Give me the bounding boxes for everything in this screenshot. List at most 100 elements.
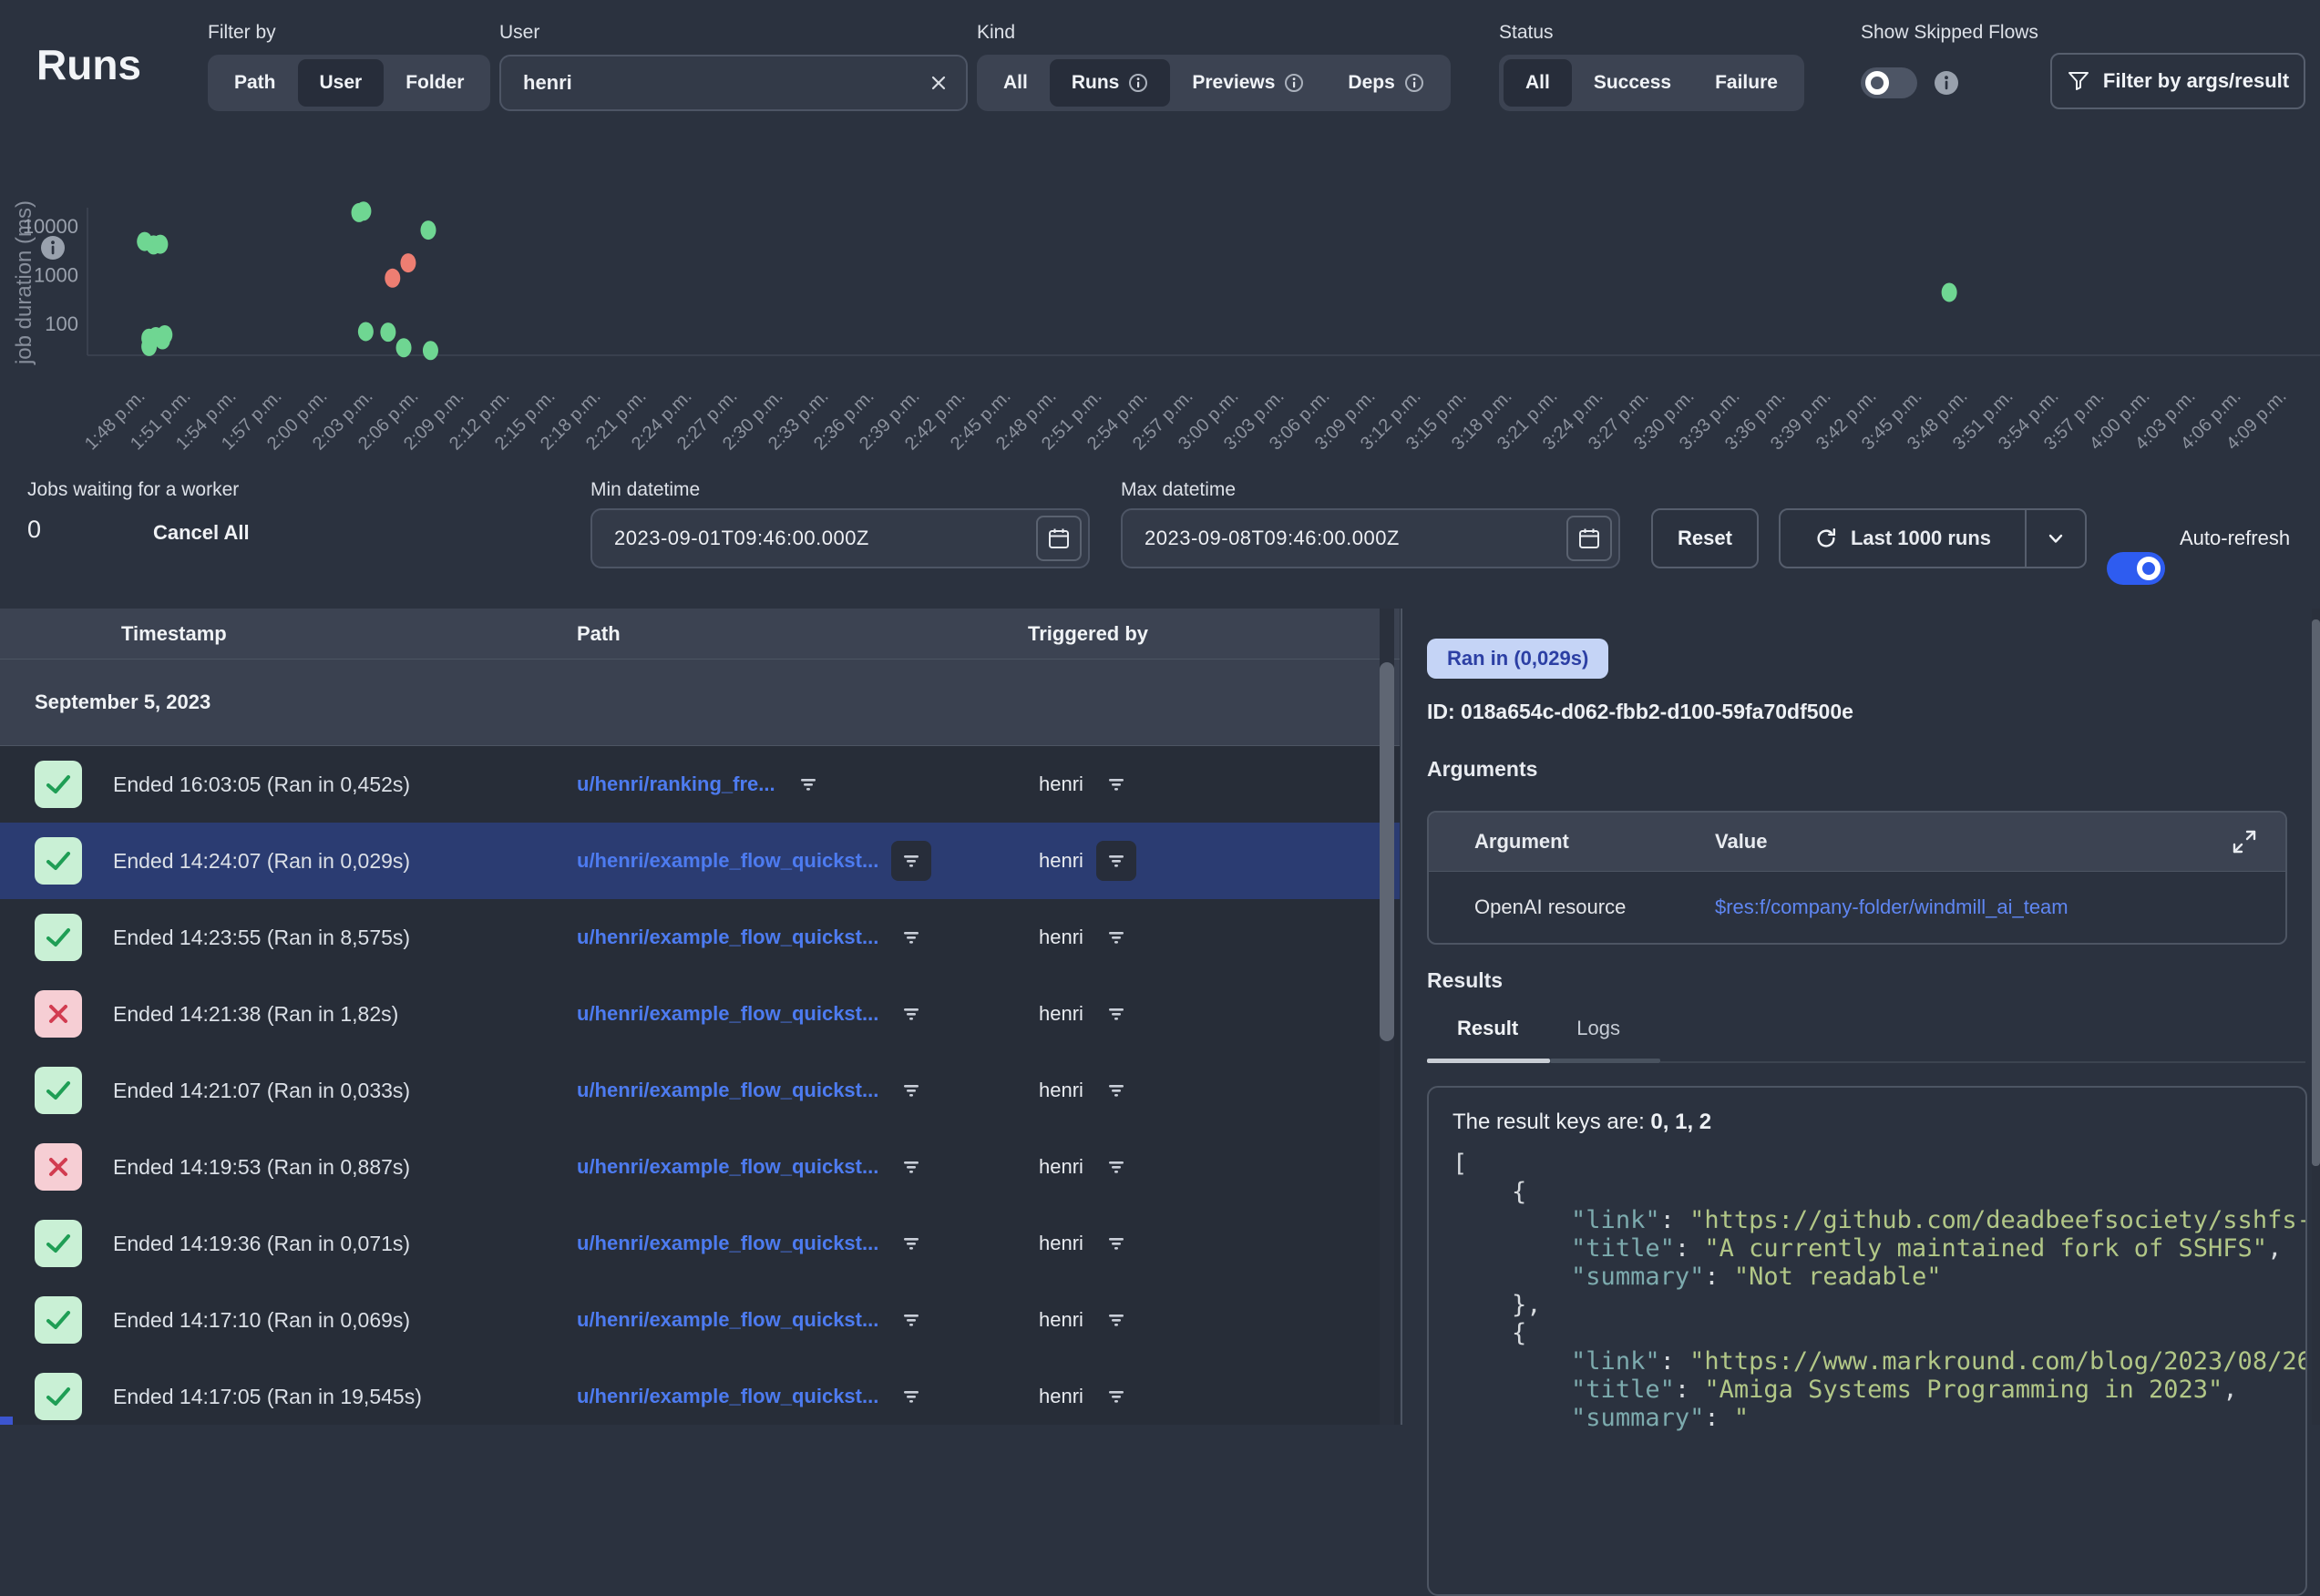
results-heading: Results xyxy=(1427,968,1503,993)
filter-by-path-icon[interactable] xyxy=(891,841,931,881)
chart-point-success[interactable] xyxy=(155,331,170,350)
column-path: Path xyxy=(577,609,621,659)
chart-point-success[interactable] xyxy=(152,235,168,254)
filter-by-path-icon[interactable] xyxy=(788,764,828,804)
table-row[interactable]: Ended 14:19:53 (Ran in 0,887s)u/henri/ex… xyxy=(0,1129,1400,1205)
chart-point-failure[interactable] xyxy=(400,253,416,272)
table-row[interactable]: Ended 14:21:07 (Ran in 0,033s)u/henri/ex… xyxy=(0,1052,1400,1129)
filter-by-path-icon[interactable] xyxy=(891,917,931,957)
filter-by-path-icon[interactable] xyxy=(891,1223,931,1264)
skipped-info-icon[interactable] xyxy=(1934,70,1959,100)
run-path-link[interactable]: u/henri/example_flow_quickst... xyxy=(577,926,878,949)
run-path-link[interactable]: u/henri/example_flow_quickst... xyxy=(577,1385,878,1408)
cancel-all-button[interactable]: Cancel All xyxy=(153,521,250,545)
json-line: "title": "Amiga Systems Programming in 2… xyxy=(1453,1376,2305,1404)
filter-by-args-button[interactable]: Filter by args/result xyxy=(2050,53,2305,109)
filter-by-option-user[interactable]: User xyxy=(298,59,385,107)
triggered-by-cell: henri xyxy=(1039,1358,1136,1425)
run-path-link[interactable]: u/henri/example_flow_quickst... xyxy=(577,849,878,873)
kind-option-all[interactable]: All xyxy=(981,59,1050,107)
filter-by-path-icon[interactable] xyxy=(891,1147,931,1187)
chart-point-success[interactable] xyxy=(1942,282,1957,302)
load-runs-dropdown-button[interactable] xyxy=(2027,510,2085,567)
filter-by-option-path[interactable]: Path xyxy=(212,59,298,107)
status-segmented: All SuccessFailure xyxy=(1499,55,1804,111)
table-scrollbar-thumb[interactable] xyxy=(1380,662,1394,1041)
run-path-link[interactable]: u/henri/ranking_fre... xyxy=(577,772,775,796)
kind-option-previews[interactable]: Previews xyxy=(1170,59,1326,107)
status-option-label: All xyxy=(1525,72,1550,94)
show-skipped-toggle[interactable] xyxy=(1861,67,1917,98)
kind-option-deps[interactable]: Deps xyxy=(1326,59,1445,107)
status-option-all[interactable]: All xyxy=(1504,59,1572,107)
y-tick-label: 100 xyxy=(45,312,78,335)
table-row[interactable]: Ended 14:23:55 (Ran in 8,575s)u/henri/ex… xyxy=(0,899,1400,976)
chart-point-success[interactable] xyxy=(380,322,395,342)
table-row[interactable]: Ended 14:24:07 (Ran in 0,029s)u/henri/ex… xyxy=(0,823,1400,899)
load-runs-button[interactable]: Last 1000 runs xyxy=(1781,510,2025,567)
chart-point-success[interactable] xyxy=(421,220,436,240)
filter-by-user-icon[interactable] xyxy=(1096,764,1136,804)
table-row[interactable]: Ended 16:03:05 (Ran in 0,452s) u/henri/ra… xyxy=(0,746,1400,823)
kind-option-runs[interactable]: Runs xyxy=(1050,59,1171,107)
max-datetime-input[interactable] xyxy=(1123,527,1566,550)
expand-icon[interactable] xyxy=(2231,828,2258,860)
chart-point-failure[interactable] xyxy=(385,269,400,288)
status-option-success[interactable]: Success xyxy=(1572,59,1693,107)
result-keys-values: 0, 1, 2 xyxy=(1650,1110,1711,1134)
failure-x-icon xyxy=(35,1143,82,1191)
filter-by-user-icon[interactable] xyxy=(1096,1223,1136,1264)
chart-point-success[interactable] xyxy=(355,201,371,220)
filter-by-path-icon[interactable] xyxy=(891,1070,931,1110)
table-scrollbar[interactable] xyxy=(1380,609,1394,1425)
panel-scrollbar-thumb[interactable] xyxy=(2312,619,2320,1166)
filter-by-user-icon[interactable] xyxy=(1096,1147,1136,1187)
chart-point-success[interactable] xyxy=(141,337,157,356)
filter-by-user-icon[interactable] xyxy=(1096,1376,1136,1417)
status-option-failure[interactable]: Failure xyxy=(1693,59,1800,107)
run-timestamp: Ended 16:03:05 (Ran in 0,452s) xyxy=(113,746,410,823)
user-input[interactable] xyxy=(501,71,911,95)
tab-result[interactable]: Result xyxy=(1457,1017,1518,1040)
table-row[interactable]: Ended 14:17:05 (Ran in 19,545s)u/henri/e… xyxy=(0,1358,1400,1425)
max-datetime-calendar-button[interactable] xyxy=(1566,516,1612,561)
run-path-link[interactable]: u/henri/example_flow_quickst... xyxy=(577,1002,878,1026)
table-row[interactable]: Ended 14:21:38 (Ran in 1,82s)u/henri/exa… xyxy=(0,976,1400,1052)
min-datetime-input[interactable] xyxy=(592,527,1036,550)
filter-by-path-icon[interactable] xyxy=(891,1376,931,1417)
triggered-by-cell: henri xyxy=(1039,1129,1136,1205)
triggered-by-cell: henri xyxy=(1039,899,1136,976)
queue-label: Jobs waiting for a worker xyxy=(27,479,239,501)
run-path-link[interactable]: u/henri/example_flow_quickst... xyxy=(577,1308,878,1332)
min-datetime-calendar-button[interactable] xyxy=(1036,516,1082,561)
toggle-knob xyxy=(1865,71,1889,95)
filter-by-user-icon[interactable] xyxy=(1096,917,1136,957)
argument-value-link[interactable]: $res:f/company-folder/windmill_ai_team xyxy=(1715,872,2068,943)
filter-by-user-icon[interactable] xyxy=(1096,994,1136,1034)
run-path-link[interactable]: u/henri/example_flow_quickst... xyxy=(577,1079,878,1102)
chart-point-success[interactable] xyxy=(396,338,412,357)
bottom-progress-sliver xyxy=(0,1417,13,1425)
filter-by-path-icon[interactable] xyxy=(891,994,931,1034)
run-path-link[interactable]: u/henri/example_flow_quickst... xyxy=(577,1232,878,1255)
filter-by-user-icon[interactable] xyxy=(1096,1070,1136,1110)
filter-by-path-icon[interactable] xyxy=(891,1300,931,1340)
clear-user-icon[interactable] xyxy=(911,74,966,92)
json-line: { xyxy=(1453,1178,2305,1206)
tab-logs[interactable]: Logs xyxy=(1576,1017,1620,1040)
json-line: "link": "https://www.markround.com/blog/… xyxy=(1453,1347,2305,1376)
show-skipped-label: Show Skipped Flows xyxy=(1861,22,2038,44)
filter-by-option-folder[interactable]: Folder xyxy=(384,59,486,107)
panel-scrollbar[interactable] xyxy=(2312,609,2320,1425)
table-row[interactable]: Ended 14:17:10 (Ran in 0,069s)u/henri/ex… xyxy=(0,1282,1400,1358)
user-label: User xyxy=(499,22,539,44)
auto-refresh-toggle[interactable] xyxy=(2107,552,2165,585)
reset-button[interactable]: Reset xyxy=(1651,508,1759,568)
filter-by-user-icon[interactable] xyxy=(1096,841,1136,881)
json-line: "title": "A currently maintained fork of… xyxy=(1453,1234,2305,1263)
table-row[interactable]: Ended 14:19:36 (Ran in 0,071s)u/henri/ex… xyxy=(0,1205,1400,1282)
run-path-link[interactable]: u/henri/example_flow_quickst... xyxy=(577,1155,878,1179)
chart-point-success[interactable] xyxy=(423,341,438,360)
filter-by-user-icon[interactable] xyxy=(1096,1300,1136,1340)
chart-point-success[interactable] xyxy=(358,322,374,341)
